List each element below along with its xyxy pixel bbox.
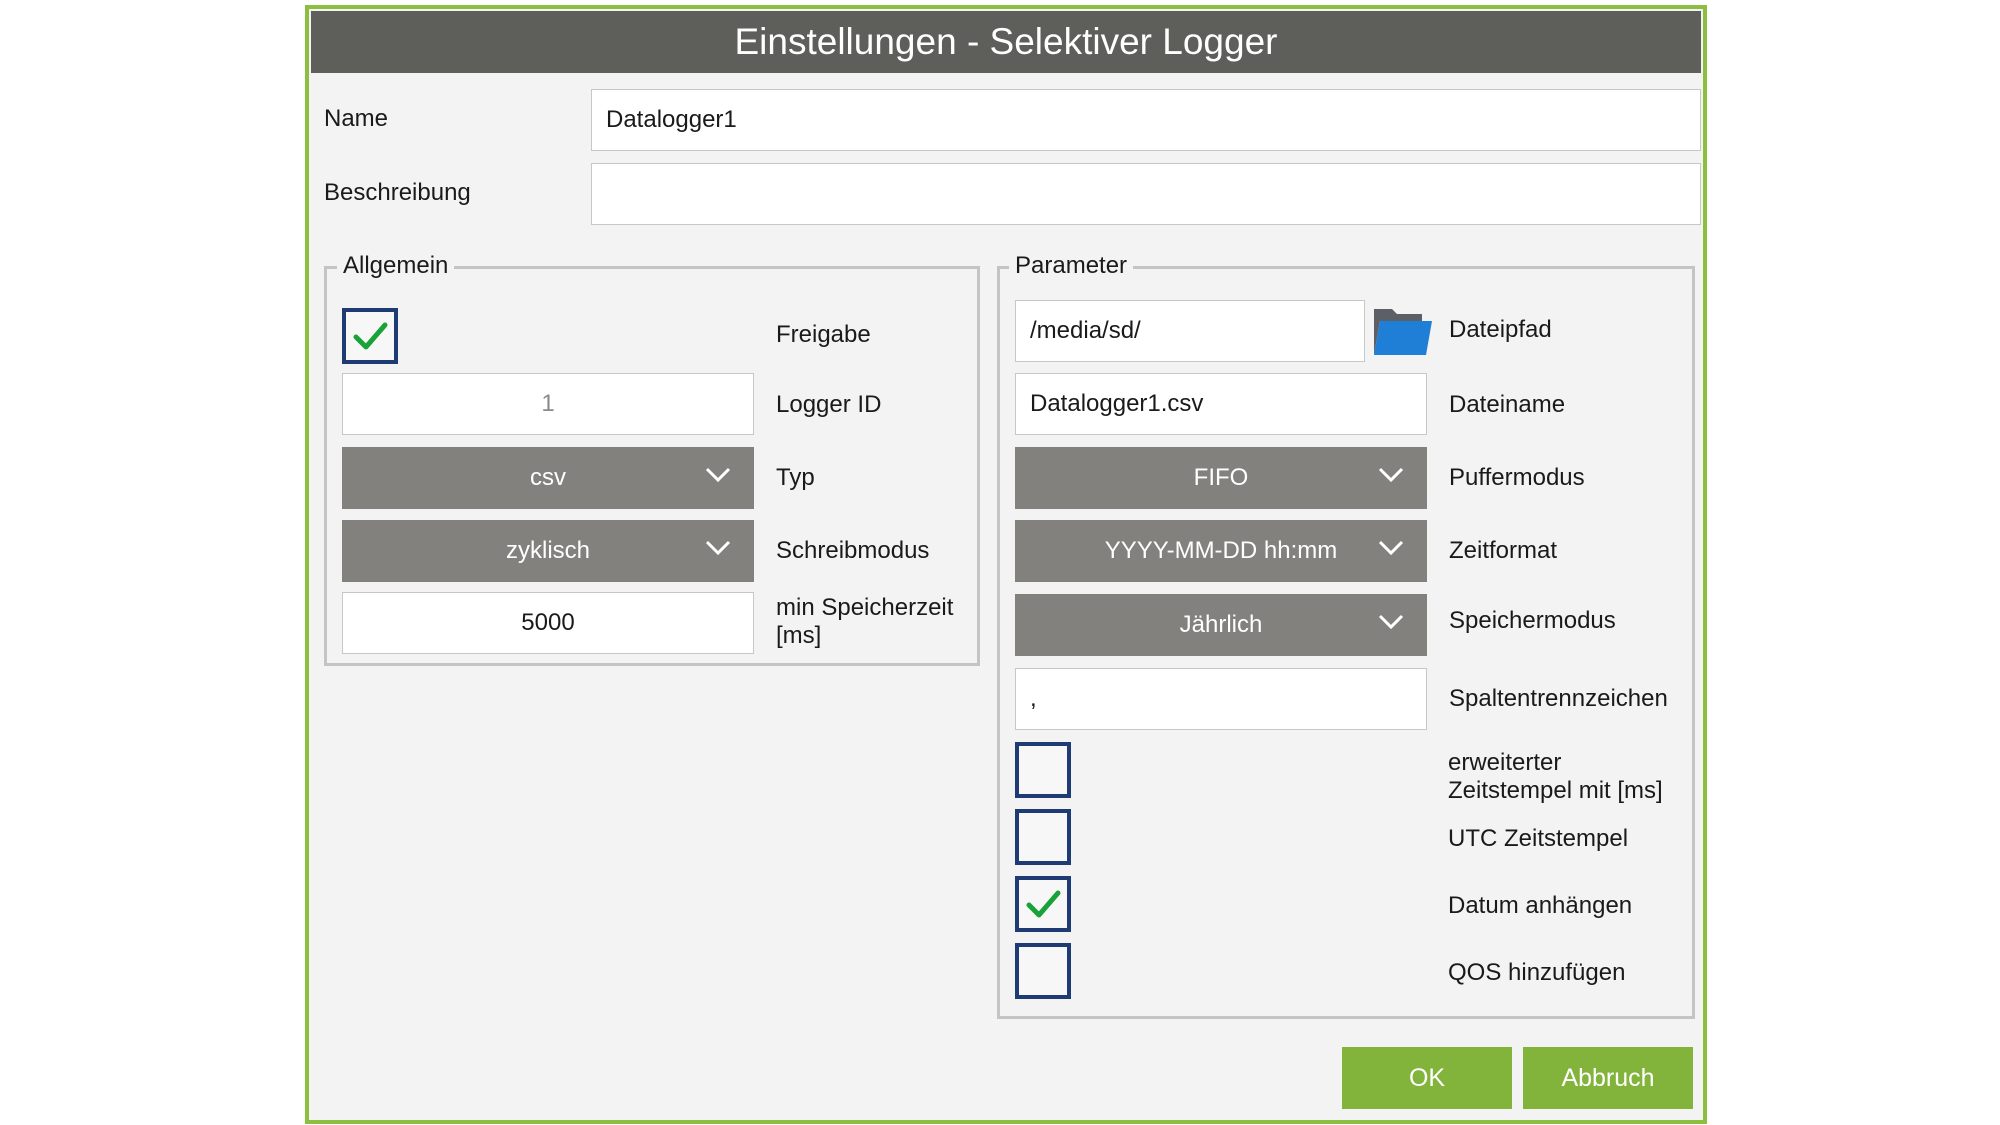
freigabe-checkbox[interactable] (342, 308, 398, 364)
typ-label: Typ (776, 464, 815, 491)
schreibmodus-label: Schreibmodus (776, 537, 930, 564)
parameter-legend: Parameter (1009, 252, 1134, 280)
utc-zeitstempel-label: UTC Zeitstempel (1448, 825, 1629, 852)
min-speicherzeit-label-line1: min Speicherzeit (776, 594, 954, 621)
chevron-down-icon (1378, 467, 1404, 483)
chevron-down-icon (705, 467, 731, 483)
spaltentrennzeichen-label: Spaltentrennzeichen (1449, 685, 1668, 712)
dateiname-label: Dateiname (1449, 391, 1566, 418)
settings-dialog: Einstellungen - Selektiver Logger Name D… (305, 5, 1707, 1124)
speichermodus-dropdown[interactable]: Jährlich (1015, 594, 1427, 656)
erweiterter-zeitstempel-label-line1: erweiterter (1448, 749, 1562, 776)
dateipfad-input[interactable]: /media/sd/ (1015, 300, 1365, 362)
speichermodus-label: Speichermodus (1449, 607, 1616, 634)
checkmark-icon (353, 322, 388, 350)
chevron-down-icon (1378, 540, 1404, 556)
beschreibung-input[interactable] (591, 163, 1701, 225)
erweiterter-zeitstempel-checkbox[interactable] (1015, 742, 1071, 798)
typ-selected-value: csv (530, 464, 566, 491)
abbruch-button[interactable]: Abbruch (1523, 1047, 1693, 1109)
puffermodus-label: Puffermodus (1449, 464, 1585, 491)
utc-zeitstempel-checkbox[interactable] (1015, 809, 1071, 865)
zeitformat-dropdown[interactable]: YYYY-MM-DD hh:mm (1015, 520, 1427, 582)
qos-hinzufuegen-checkbox[interactable] (1015, 943, 1071, 999)
dateipfad-label: Dateipfad (1449, 316, 1552, 343)
puffermodus-selected-value: FIFO (1193, 464, 1249, 491)
ok-button[interactable]: OK (1342, 1047, 1512, 1109)
checkmark-icon (1026, 890, 1061, 918)
chevron-down-icon (1378, 614, 1404, 630)
qos-hinzufuegen-label: QOS hinzufügen (1448, 959, 1626, 986)
logger-id-label: Logger ID (776, 391, 882, 418)
typ-dropdown[interactable]: csv (342, 447, 754, 509)
puffermodus-dropdown[interactable]: FIFO (1015, 447, 1427, 509)
speichermodus-selected-value: Jährlich (1179, 611, 1263, 638)
dateiname-input[interactable]: Datalogger1.csv (1015, 373, 1427, 435)
freigabe-label: Freigabe (776, 321, 871, 348)
dialog-title: Einstellungen - Selektiver Logger (311, 11, 1701, 73)
zeitformat-selected-value: YYYY-MM-DD hh:mm (1104, 537, 1338, 564)
zeitformat-label: Zeitformat (1449, 537, 1558, 564)
logger-id-input: 1 (342, 373, 754, 435)
min-speicherzeit-label: min Speicherzeit [ms] (776, 594, 953, 650)
datum-anhaengen-checkbox[interactable] (1015, 876, 1071, 932)
name-label: Name (324, 105, 389, 132)
erweiterter-zeitstempel-label-line2: Zeitstempel mit [ms] (1448, 777, 1663, 804)
min-speicherzeit-input[interactable]: 5000 (342, 592, 754, 654)
erweiterter-zeitstempel-label: erweiterter Zeitstempel mit [ms] (1448, 749, 1663, 805)
beschreibung-label: Beschreibung (324, 179, 471, 206)
min-speicherzeit-label-line2: [ms] (776, 622, 822, 649)
schreibmodus-dropdown[interactable]: zyklisch (342, 520, 754, 582)
allgemein-legend: Allgemein (337, 252, 455, 280)
folder-icon[interactable] (1372, 303, 1434, 357)
datum-anhaengen-label: Datum anhängen (1448, 892, 1633, 919)
name-input[interactable]: Datalogger1 (591, 89, 1701, 151)
chevron-down-icon (705, 540, 731, 556)
spaltentrennzeichen-input[interactable]: , (1015, 668, 1427, 730)
schreibmodus-selected-value: zyklisch (505, 537, 590, 564)
